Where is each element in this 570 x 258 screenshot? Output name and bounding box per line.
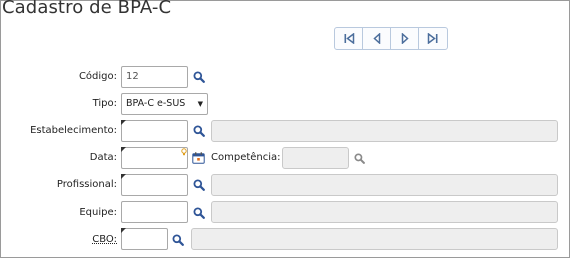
profissional-input[interactable] <box>121 174 188 196</box>
codigo-label: Código: <box>78 71 117 82</box>
data-label: Data: <box>89 152 117 163</box>
hint-icon <box>181 148 187 156</box>
last-record-icon <box>427 33 438 44</box>
tipo-selected-value: BPA-C e-SUS <box>126 98 186 109</box>
search-icon[interactable] <box>193 207 205 219</box>
last-record-button[interactable] <box>419 28 447 49</box>
next-record-button[interactable] <box>391 28 419 49</box>
search-icon[interactable] <box>193 71 205 83</box>
profissional-label: Profissional: <box>56 179 117 190</box>
tipo-select[interactable]: BPA-C e-SUS ▼ <box>121 93 208 115</box>
estabelecimento-label: Estabelecimento: <box>30 125 117 136</box>
search-icon[interactable] <box>193 125 205 137</box>
search-icon[interactable] <box>193 179 205 191</box>
record-navigation <box>334 27 448 50</box>
previous-record-button[interactable] <box>363 28 391 49</box>
estabelecimento-input[interactable] <box>121 120 188 142</box>
estabelecimento-description <box>211 120 558 142</box>
competencia-label: Competência: <box>211 152 281 163</box>
competencia-input <box>282 147 349 169</box>
first-record-icon <box>344 33 354 44</box>
cbo-label: CBO: <box>92 234 117 245</box>
cbo-description <box>191 228 558 250</box>
equipe-label: Equipe: <box>79 207 117 218</box>
search-icon[interactable] <box>354 153 365 164</box>
next-record-icon <box>401 33 409 44</box>
equipe-description <box>211 201 558 223</box>
equipe-input[interactable] <box>121 201 188 223</box>
search-icon[interactable] <box>172 234 184 246</box>
page-title: Cadastro de BPA-C <box>2 0 172 18</box>
dropdown-arrow-icon: ▼ <box>197 100 203 108</box>
previous-record-icon <box>372 33 380 44</box>
cbo-input[interactable] <box>121 228 168 250</box>
tipo-label: Tipo: <box>92 98 117 109</box>
calendar-icon[interactable] <box>192 152 205 164</box>
profissional-description <box>211 174 558 196</box>
codigo-input[interactable]: 12 <box>121 66 188 88</box>
data-input[interactable] <box>121 147 188 169</box>
first-record-button[interactable] <box>335 28 363 49</box>
